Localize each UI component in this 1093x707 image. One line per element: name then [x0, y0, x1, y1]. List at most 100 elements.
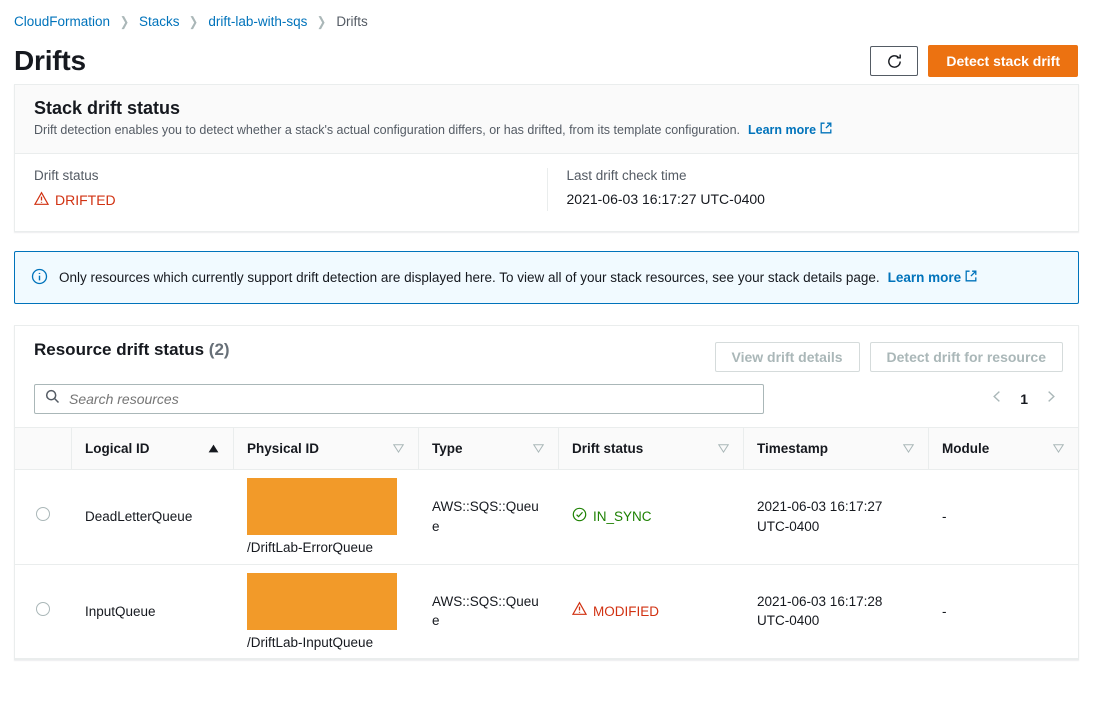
warning-triangle-icon — [571, 601, 588, 622]
resource-drift-status-title: Resource drift status (2) — [34, 340, 230, 360]
pagination: 1 — [991, 390, 1063, 408]
row-select-cell[interactable] — [15, 469, 71, 565]
cell-logical-id: DeadLetterQueue — [71, 469, 233, 565]
table-header-type[interactable]: Type — [418, 427, 558, 470]
column-label: Physical ID — [247, 441, 320, 456]
drift-status-badge: DRIFTED — [33, 191, 116, 209]
drift-status-value: DRIFTED — [55, 192, 116, 208]
detect-drift-for-resource-button[interactable]: Detect drift for resource — [869, 342, 1063, 372]
resource-drift-status-header: Resource drift status (2) View drift det… — [15, 326, 1078, 372]
last-drift-check-value: 2021-06-03 16:17:27 UTC-0400 — [566, 191, 765, 207]
cell-drift-status: MODIFIED — [558, 564, 743, 660]
info-circle-icon — [31, 268, 48, 288]
search-icon — [45, 389, 60, 409]
info-alert: Only resources which currently support d… — [14, 251, 1079, 304]
cell-timestamp: 2021-06-03 16:17:27 UTC-0400 — [743, 469, 928, 565]
stack-drift-status-card-header: Stack drift status Drift detection enabl… — [15, 85, 1078, 154]
cell-physical-id: /DriftLab-InputQueue — [233, 564, 418, 660]
breadcrumb-separator-icon: ❯ — [119, 13, 130, 29]
table-header-timestamp[interactable]: Timestamp — [743, 427, 928, 470]
cell-type: AWS::SQS::Queue — [418, 469, 558, 565]
column-label: Module — [942, 441, 990, 456]
info-alert-learn-more-link[interactable]: Learn more — [888, 270, 978, 285]
page-header: Drifts Detect stack drift — [0, 34, 1093, 84]
table-header-physical-id[interactable]: Physical ID — [233, 427, 418, 470]
table-header-module[interactable]: Module — [928, 427, 1078, 470]
table-header-drift-status[interactable]: Drift status — [558, 427, 743, 470]
last-drift-check-field: Last drift check time 2021-06-03 16:17:2… — [546, 168, 1079, 211]
pagination-current-page[interactable]: 1 — [1020, 391, 1028, 407]
table-filter-row: 1 — [15, 372, 1078, 427]
cell-type: AWS::SQS::Queue — [418, 564, 558, 660]
refresh-icon — [886, 53, 903, 70]
learn-more-label: Learn more — [887, 270, 962, 285]
table-actions: View drift details Detect drift for reso… — [714, 340, 1063, 372]
cell-timestamp: 2021-06-03 16:17:28 UTC-0400 — [743, 564, 928, 660]
view-drift-details-button[interactable]: View drift details — [714, 342, 860, 372]
search-box[interactable] — [34, 384, 764, 414]
physical-id-suffix: /DriftLab-InputQueue — [247, 634, 374, 650]
column-label: Logical ID — [85, 441, 150, 456]
stack-drift-status-grid: Drift status DRIFTED Last drift check ti… — [15, 154, 1078, 231]
sort-ascending-icon — [198, 444, 219, 453]
drift-status-field: Drift status DRIFTED — [15, 168, 547, 211]
cell-module: - — [928, 564, 1078, 660]
info-alert-content: Only resources which currently support d… — [59, 270, 977, 285]
physical-id-suffix: /DriftLab-ErrorQueue — [247, 540, 374, 555]
drift-status-badge-in-sync: IN_SYNC — [572, 507, 652, 528]
drift-status-badge-modified: MODIFIED — [571, 601, 659, 622]
sort-none-icon — [893, 444, 914, 453]
external-link-icon — [965, 270, 977, 285]
info-alert-text: Only resources which currently support d… — [59, 270, 880, 285]
sort-none-icon — [383, 444, 404, 453]
learn-more-label: Learn more — [748, 122, 817, 137]
stack-drift-status-description-row: Drift detection enables you to detect wh… — [34, 122, 1059, 137]
refresh-button[interactable] — [870, 46, 919, 76]
breadcrumb-item-stack-name[interactable]: drift-lab-with-sqs — [208, 14, 307, 29]
column-label: Drift status — [572, 441, 644, 456]
external-link-icon — [820, 122, 832, 137]
cell-drift-status: IN_SYNC — [558, 469, 743, 565]
check-circle-icon — [572, 507, 587, 528]
drift-status-text: MODIFIED — [593, 603, 659, 619]
row-radio-button[interactable] — [36, 507, 50, 521]
pagination-next-button[interactable] — [1044, 390, 1057, 408]
table-header-logical-id[interactable]: Logical ID — [71, 427, 233, 470]
table-row[interactable]: DeadLetterQueue /DriftLab-ErrorQueue AWS… — [15, 469, 1078, 565]
column-label: Type — [432, 441, 463, 456]
resource-drift-table: Logical ID Physical ID Type Drift status… — [15, 427, 1078, 660]
sort-none-icon — [523, 444, 544, 453]
redacted-physical-id-block — [247, 572, 397, 630]
resource-drift-status-card: Resource drift status (2) View drift det… — [14, 325, 1079, 661]
breadcrumb: CloudFormation ❯ Stacks ❯ drift-lab-with… — [0, 0, 1093, 34]
table-title-label: Resource drift status — [34, 340, 205, 359]
row-radio-button[interactable] — [36, 601, 50, 616]
search-input[interactable] — [69, 391, 753, 407]
stack-drift-learn-more-link[interactable]: Learn more — [748, 122, 832, 137]
sort-none-icon — [1043, 444, 1064, 453]
page-title: Drifts — [14, 45, 86, 76]
warning-triangle-icon — [33, 191, 50, 209]
breadcrumb-item-stacks[interactable]: Stacks — [139, 14, 180, 29]
cell-logical-id: InputQueue — [71, 564, 233, 660]
table-row[interactable]: InputQueue /DriftLab-InputQueue AWS::SQS… — [15, 564, 1078, 660]
column-label: Timestamp — [757, 441, 829, 456]
row-select-cell[interactable] — [15, 564, 71, 660]
sort-none-icon — [708, 444, 729, 453]
stack-drift-status-card: Stack drift status Drift detection enabl… — [14, 84, 1079, 232]
drift-status-text: IN_SYNC — [593, 509, 652, 524]
stack-drift-status-heading: Stack drift status — [34, 98, 181, 118]
breadcrumb-item-drifts: Drifts — [336, 14, 368, 29]
stack-drift-status-description: Drift detection enables you to detect wh… — [34, 122, 740, 137]
table-header-row: Logical ID Physical ID Type Drift status… — [15, 427, 1078, 470]
cell-physical-id: /DriftLab-ErrorQueue — [233, 469, 418, 565]
pagination-prev-button[interactable] — [991, 390, 1004, 408]
cell-module: - — [928, 469, 1078, 565]
last-drift-check-label: Last drift check time — [566, 168, 687, 183]
breadcrumb-separator-icon: ❯ — [189, 13, 199, 29]
drifts-page: CloudFormation ❯ Stacks ❯ drift-lab-with… — [0, 0, 1093, 707]
page-header-actions: Detect stack drift — [870, 45, 1078, 77]
table-header-select — [15, 427, 71, 470]
detect-stack-drift-button[interactable]: Detect stack drift — [928, 45, 1078, 77]
breadcrumb-item-cloudformation[interactable]: CloudFormation — [14, 14, 110, 29]
